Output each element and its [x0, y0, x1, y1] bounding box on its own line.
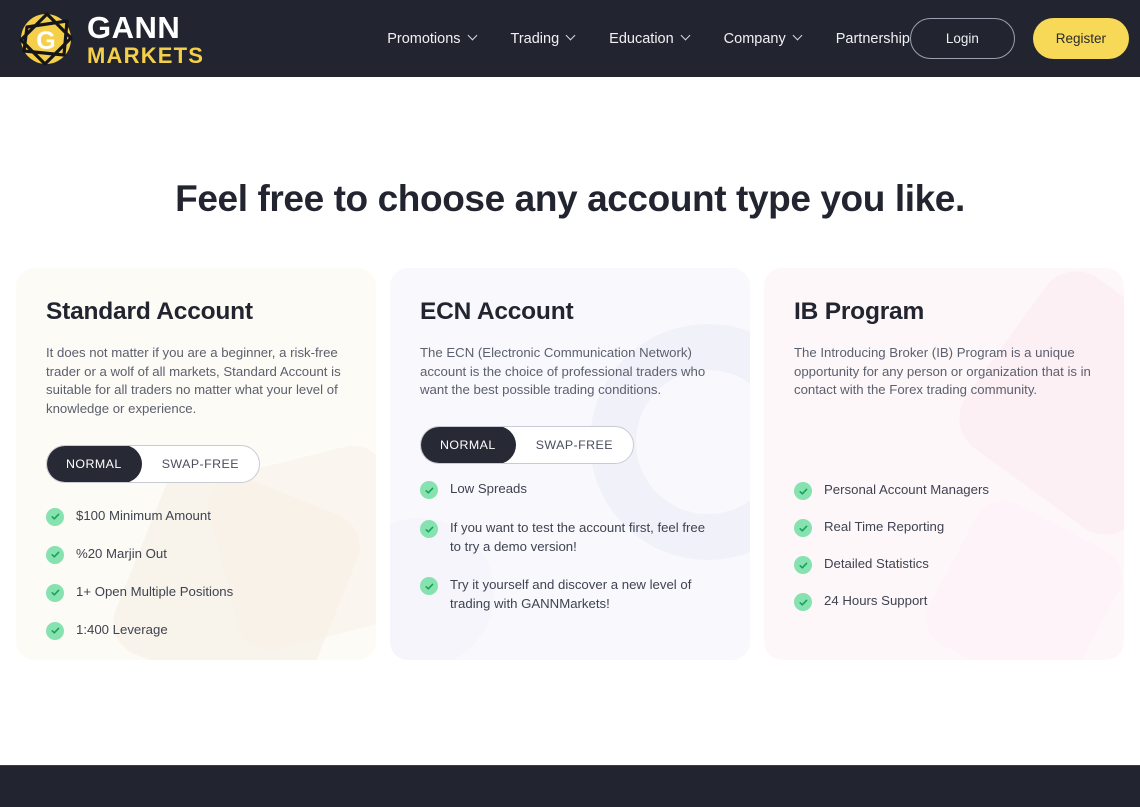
svg-text:G: G	[36, 27, 55, 55]
feature-list: Personal Account Managers Real Time Repo…	[794, 481, 1096, 612]
toggle-option-swap-free[interactable]: SWAP-FREE	[516, 427, 633, 463]
login-button[interactable]: Login	[909, 18, 1015, 59]
header-actions: Login Register	[909, 18, 1129, 59]
chevron-down-icon	[682, 32, 691, 41]
nav-label: Company	[723, 30, 786, 47]
list-item: Personal Account Managers	[794, 481, 1096, 501]
logo-primary-text: GANN	[87, 9, 181, 45]
account-type-toggle[interactable]: NORMAL SWAP-FREE	[46, 444, 260, 483]
check-circle-icon	[794, 556, 812, 575]
card-description: It does not matter if you are a beginner…	[46, 345, 341, 417]
chevron-down-icon	[567, 32, 576, 41]
feature-text: 24 Hours Support	[824, 593, 928, 609]
feature-text: Try it yourself and discover a new level…	[450, 577, 692, 611]
nav-label: Partnership	[835, 30, 910, 47]
list-item: Real Time Reporting	[794, 518, 1096, 538]
gann-logo-icon: G	[14, 7, 78, 71]
chevron-down-icon	[794, 32, 803, 41]
main-navigation: Promotions Trading Education Company Par…	[387, 31, 910, 47]
nav-item-promotions[interactable]: Promotions	[387, 31, 477, 47]
card-title: ECN Account	[420, 298, 574, 325]
list-item: If you want to test the account first, f…	[420, 519, 722, 556]
list-item: Detailed Statistics	[794, 555, 1096, 575]
feature-text: If you want to test the account first, f…	[450, 520, 706, 554]
check-circle-icon	[46, 583, 64, 602]
account-type-toggle[interactable]: NORMAL SWAP-FREE	[420, 426, 634, 465]
toggle-option-normal[interactable]: NORMAL	[420, 427, 516, 464]
check-circle-icon	[420, 577, 438, 596]
check-circle-icon	[46, 621, 64, 640]
list-item: $100 Minimum Amount	[46, 507, 348, 526]
nav-item-education[interactable]: Education	[609, 31, 691, 47]
nav-item-trading[interactable]: Trading	[511, 31, 577, 47]
register-button[interactable]: Register	[1032, 18, 1129, 59]
main-content: Feel free to choose any account type you…	[0, 77, 1140, 660]
nav-item-partnership[interactable]: Partnership	[836, 31, 910, 47]
page-title: Feel free to choose any account type you…	[175, 178, 965, 219]
feature-text: 1:400 Leverage	[76, 621, 168, 637]
feature-text: Detailed Statistics	[824, 556, 929, 572]
check-circle-icon	[420, 520, 438, 539]
list-item: 1+ Open Multiple Positions	[46, 583, 348, 602]
feature-text: 1+ Open Multiple Positions	[76, 583, 234, 599]
check-circle-icon	[46, 545, 64, 564]
nav-label: Trading	[510, 30, 560, 47]
account-card-ecn[interactable]: ECN Account The ECN (Electronic Communic…	[390, 268, 750, 660]
check-circle-icon	[794, 593, 812, 612]
feature-text: Personal Account Managers	[824, 482, 989, 498]
card-title: IB Program	[794, 298, 925, 325]
check-circle-icon	[420, 481, 438, 500]
check-circle-icon	[794, 482, 812, 501]
check-circle-icon	[794, 519, 812, 538]
nav-label: Education	[609, 30, 674, 47]
toggle-option-normal[interactable]: NORMAL	[46, 445, 142, 482]
list-item: Low Spreads	[420, 480, 722, 500]
nav-item-company[interactable]: Company	[724, 31, 803, 47]
logo-secondary-text: MARKETS	[87, 42, 205, 68]
list-item: 1:400 Leverage	[46, 621, 348, 640]
account-card-standard[interactable]: Standard Account It does not matter if y…	[16, 268, 376, 660]
check-circle-icon	[46, 507, 64, 526]
feature-text: %20 Marjin Out	[76, 545, 167, 561]
list-item: 24 Hours Support	[794, 592, 1096, 612]
feature-text: Real Time Reporting	[824, 519, 945, 535]
feature-text: Low Spreads	[450, 481, 527, 497]
feature-list: $100 Minimum Amount %20 Marjin Out 1+ Op…	[46, 507, 348, 640]
card-description: The ECN (Electronic Communication Networ…	[420, 345, 706, 398]
account-cards-row: Standard Account It does not matter if y…	[0, 268, 1140, 660]
toggle-option-swap-free[interactable]: SWAP-FREE	[142, 446, 259, 482]
account-card-ib-program[interactable]: IB Program The Introducing Broker (IB) P…	[764, 268, 1124, 660]
site-footer	[0, 765, 1140, 807]
site-header: G GANN MARKETS Promotions Trading Educat…	[0, 0, 1140, 77]
card-title: Standard Account	[46, 298, 253, 325]
nav-label: Promotions	[387, 30, 461, 47]
list-item: %20 Marjin Out	[46, 545, 348, 564]
chevron-down-icon	[469, 32, 478, 41]
logo-wordmark: GANN MARKETS	[87, 12, 204, 67]
feature-list: Low Spreads If you want to test the acco…	[420, 480, 722, 613]
card-description: The Introducing Broker (IB) Program is a…	[794, 345, 1091, 398]
feature-text: $100 Minimum Amount	[76, 507, 211, 523]
list-item: Try it yourself and discover a new level…	[420, 576, 722, 613]
brand-logo[interactable]: G GANN MARKETS	[14, 7, 204, 71]
